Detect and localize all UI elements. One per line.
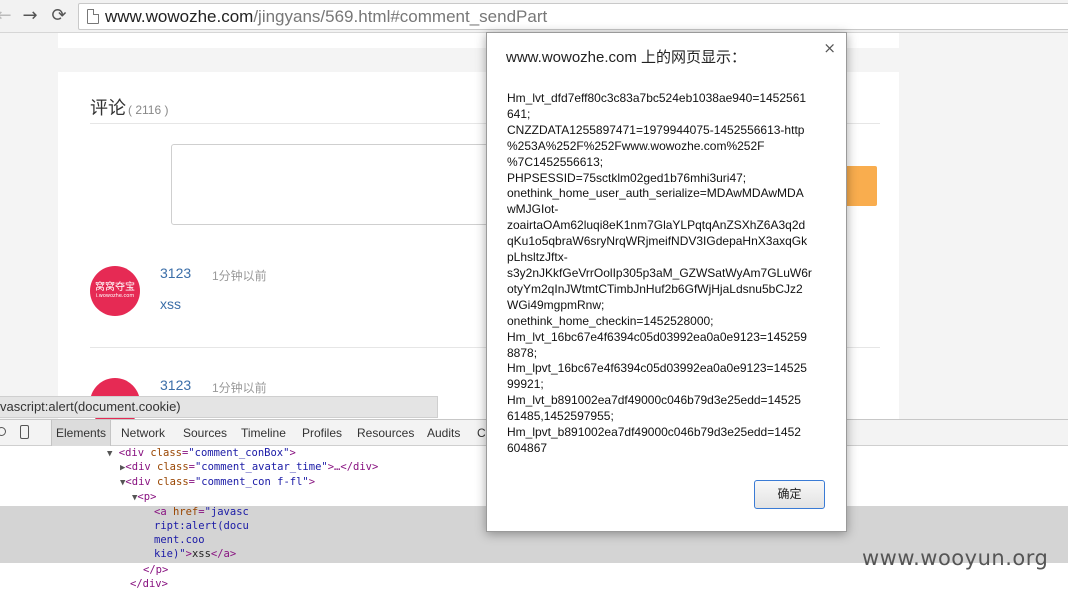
dom-node[interactable]: </p> bbox=[143, 564, 168, 576]
page-icon bbox=[87, 9, 99, 24]
url-host: www.wowozhe.com bbox=[105, 7, 254, 26]
dialog-message-line: otyYm2qInJWtmtCTimbJnHuf2b6GfWjHjaLdsnu5… bbox=[507, 281, 803, 296]
dialog-message-line: wMJGIot- bbox=[507, 202, 559, 217]
ok-button[interactable]: 确定 bbox=[754, 480, 825, 509]
url-path: /jingyans/569.html#comment_sendPart bbox=[253, 7, 548, 26]
tab-network[interactable]: Network bbox=[121, 420, 165, 446]
tab-elements[interactable]: Elements bbox=[51, 420, 112, 446]
dialog-message-line: 641; bbox=[507, 106, 531, 121]
avatar-label: 窝窝夺宝 bbox=[95, 282, 135, 293]
dom-node[interactable]: ▼<div class="comment_con f-fl"> bbox=[120, 476, 315, 488]
inspect-search-icon[interactable] bbox=[0, 427, 6, 436]
submit-comment-button[interactable] bbox=[843, 166, 877, 206]
comment-count: ( 2116 ) bbox=[128, 103, 169, 117]
dialog-message-line: Hm_lvt_16bc67e4f6394c05d03992ea0a0e9123=… bbox=[507, 329, 807, 344]
back-arrow-icon[interactable]: ← bbox=[0, 6, 14, 26]
watermark: www.wooyun.org bbox=[862, 546, 1049, 570]
tab-audits[interactable]: Audits bbox=[427, 420, 460, 446]
tab-resources[interactable]: Resources bbox=[357, 420, 414, 446]
dom-node[interactable]: </div> bbox=[130, 578, 168, 589]
comment-title: 评论( 2116 ) bbox=[90, 94, 168, 120]
dom-node[interactable]: ment.coo bbox=[154, 534, 205, 546]
comment-time: 1分钟以前 bbox=[212, 269, 267, 283]
dialog-message-line: Hm_lvt_b891002ea7df49000c046b79d3e25edd=… bbox=[507, 393, 801, 408]
dialog-message-line: 8878; bbox=[507, 345, 538, 360]
device-mode-icon[interactable] bbox=[20, 425, 29, 439]
alert-dialog: www.wowozhe.com 上的网页显示： × Hm_lvt_dfd7eff… bbox=[486, 32, 847, 532]
address-bar[interactable]: www.wowozhe.com/jingyans/569.html#commen… bbox=[78, 3, 1068, 30]
dom-node[interactable]: ript:alert(docu bbox=[154, 520, 249, 532]
dialog-message-line: onethink_home_user_auth_serialize=MDAwMD… bbox=[507, 186, 804, 201]
dialog-message-line: 99921; bbox=[507, 377, 544, 392]
dom-node[interactable]: ▼<p> bbox=[132, 491, 156, 503]
dialog-message-line: s3y2nJKkfGeVrrOolIp305p3aM_GZWSatWyAm7GL… bbox=[507, 265, 812, 280]
tab-sources[interactable]: Sources bbox=[183, 420, 227, 446]
comment-user[interactable]: 3123 bbox=[160, 265, 191, 281]
dialog-message-line: pLhsltzJftx- bbox=[507, 250, 568, 265]
status-bar-link: vascript:alert(document.cookie) bbox=[0, 396, 438, 418]
comment-content: xss bbox=[160, 296, 181, 312]
dom-node[interactable]: ▼ <div class="comment_conBox"> bbox=[107, 447, 296, 459]
dialog-title: www.wowozhe.com 上的网页显示： bbox=[506, 49, 747, 66]
comment-input[interactable] bbox=[171, 144, 501, 225]
browser-toolbar: ← → ⟳ www.wowozhe.com/jingyans/569.html#… bbox=[0, 0, 1068, 33]
dialog-message-line: WGi49mgpmRnw; bbox=[507, 297, 605, 312]
dialog-message-line: %7C1452556613; bbox=[507, 154, 604, 169]
tab-profiles[interactable]: Profiles bbox=[302, 420, 342, 446]
dialog-message-line: Hm_lvt_dfd7eff80c3c83a7bc524eb1038ae940=… bbox=[507, 91, 807, 105]
dialog-message-line: onethink_home_checkin=1452528000; bbox=[507, 313, 714, 328]
dialog-message-line: qKu1o5qbraW6sryNrqWRjmeifNDV3IGdepaHnX3a… bbox=[507, 234, 808, 249]
dialog-message-line: zoairtaOAm62luqi8eK1nm7GlaYLPqtqAnZSXhZ6… bbox=[507, 218, 806, 233]
avatar[interactable]: 窝窝夺宝 i.wowozhe.com bbox=[90, 266, 140, 316]
tab-timeline[interactable]: Timeline bbox=[241, 420, 286, 446]
comment-title-text: 评论 bbox=[90, 98, 126, 118]
dialog-message-line: Hm_lpvt_b891002ea7df49000c046b79d3e25edd… bbox=[507, 425, 801, 440]
dialog-message: Hm_lvt_dfd7eff80c3c83a7bc524eb1038ae940=… bbox=[507, 91, 831, 457]
dom-node[interactable]: <a href="javasc bbox=[154, 506, 249, 518]
dialog-message-line: %253A%252F%252Fwww.wowozhe.com%252F bbox=[507, 138, 765, 153]
dialog-message-line: Hm_lpvt_16bc67e4f6394c05d03992ea0a0e9123… bbox=[507, 361, 807, 376]
avatar-sublabel: i.wowozhe.com bbox=[95, 293, 135, 299]
dom-node[interactable]: ▶<div class="comment_avatar_time">…</div… bbox=[120, 461, 378, 473]
reload-icon[interactable]: ⟳ bbox=[49, 6, 69, 26]
close-icon[interactable]: × bbox=[823, 39, 836, 57]
dom-node[interactable]: kie)">xss</a> bbox=[154, 548, 236, 560]
comment-user[interactable]: 3123 bbox=[160, 377, 191, 393]
dialog-message-line: CNZZDATA1255897471=1979944075-1452556613… bbox=[507, 122, 805, 137]
dialog-message-line: 61485,1452597955; bbox=[507, 409, 614, 424]
forward-arrow-icon[interactable]: → bbox=[20, 6, 40, 26]
dialog-message-line: PHPSESSID=75sctklm02ged1b76mhi3uri47; bbox=[507, 170, 747, 185]
url-text[interactable]: www.wowozhe.com/jingyans/569.html#commen… bbox=[105, 7, 547, 27]
comment-time: 1分钟以前 bbox=[212, 381, 267, 395]
dialog-message-line: 604867 bbox=[507, 440, 548, 455]
